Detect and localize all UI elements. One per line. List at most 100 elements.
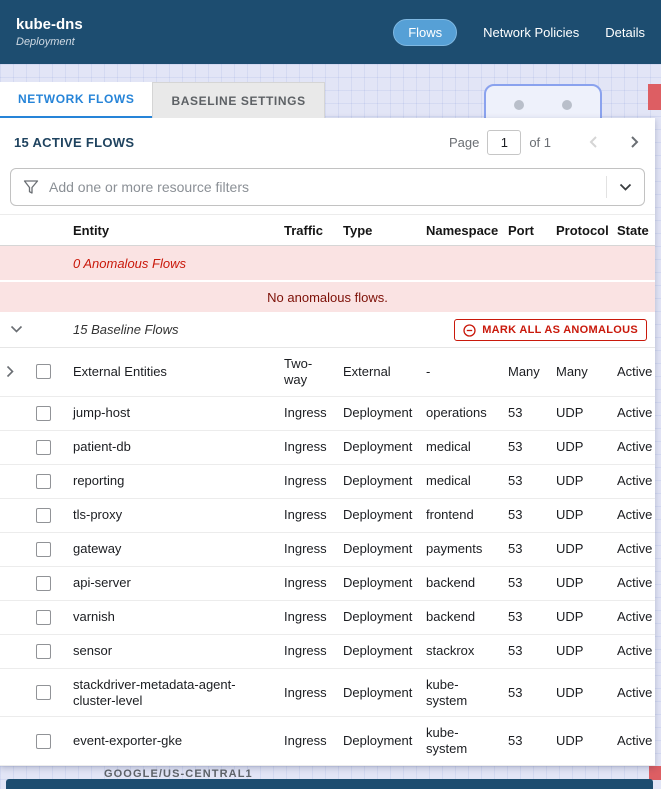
table-row[interactable]: External Entities Two-way External - Man… [0, 348, 655, 397]
protocol-cell: UDP [556, 541, 584, 557]
table-row[interactable]: tls-proxy Ingress Deployment frontend 53… [0, 499, 655, 533]
expand-caret-cell[interactable] [0, 473, 32, 489]
expand-caret-cell[interactable] [0, 609, 32, 625]
type-cell: Deployment [343, 684, 413, 700]
baseline-flows-count: 15 Baseline Flows [73, 322, 179, 337]
page-subtitle: Deployment [16, 36, 75, 48]
checkbox-cell [32, 500, 66, 531]
type-cell: Deployment [343, 439, 413, 455]
graph-node-dot[interactable] [562, 100, 572, 110]
row-checkbox[interactable] [35, 473, 51, 489]
checkbox-cell [32, 356, 66, 387]
row-checkbox[interactable] [35, 507, 51, 523]
active-flows-count: 15 ACTIVE FLOWS [14, 134, 135, 150]
previous-page-button[interactable] [587, 135, 601, 149]
column-header-state: State [617, 222, 649, 238]
expand-caret-cell[interactable] [0, 439, 32, 455]
entity-cell: gateway [73, 541, 122, 557]
mark-all-as-anomalous-button[interactable]: MARK ALL AS ANOMALOUS [454, 319, 647, 341]
port-cell: 53 [508, 643, 523, 659]
protocol-cell: UDP [556, 405, 584, 421]
minus-circle-icon [463, 323, 476, 337]
entity-title-block: kube-dns Deployment [16, 16, 83, 48]
filter-funnel-icon [23, 180, 39, 194]
page-title: kube-dns [16, 16, 83, 33]
filter-dropdown-toggle[interactable] [619, 183, 632, 192]
table-row[interactable]: patient-db Ingress Deployment medical 53… [0, 431, 655, 465]
protocol-cell: UDP [556, 439, 584, 455]
page-input[interactable] [487, 129, 522, 155]
table-row[interactable]: jump-host Ingress Deployment operations … [0, 397, 655, 431]
expand-caret-cell[interactable] [0, 507, 32, 523]
protocol-cell: UDP [556, 473, 584, 489]
state-cell: Active [617, 405, 653, 421]
type-cell: Deployment [343, 405, 413, 421]
row-checkbox[interactable] [35, 609, 51, 625]
port-cell: 53 [508, 733, 523, 749]
traffic-cell: Ingress [284, 643, 327, 659]
tab-network-flows[interactable]: NETWORK FLOWS [0, 82, 153, 118]
tab-baseline-settings[interactable]: BASELINE SETTINGS [152, 82, 325, 118]
traffic-cell: Ingress [284, 439, 327, 455]
row-checkbox[interactable] [35, 364, 51, 380]
graph-node-dot[interactable] [514, 100, 524, 110]
port-cell: 53 [508, 575, 523, 591]
expand-caret-cell[interactable] [0, 685, 32, 701]
state-cell: Active [617, 609, 653, 625]
checkbox-cell [32, 726, 66, 757]
anomalous-marker [649, 766, 661, 780]
expand-caret-cell[interactable] [0, 357, 32, 386]
table-row[interactable]: stackdriver-metadata-agent-cluster-level… [0, 669, 655, 718]
anomalous-flows-empty-state: No anomalous flows. [0, 280, 655, 312]
nav-tab-details[interactable]: Details [605, 25, 645, 40]
row-checkbox[interactable] [35, 733, 51, 749]
row-checkbox[interactable] [35, 575, 51, 591]
table-header-row: Entity Traffic Type Namespace Port Proto… [0, 214, 655, 246]
page-label: Page [448, 134, 480, 150]
network-graph-screen: GOOGLE/US-CENTRAL1 kube-dns Deployment F… [0, 0, 661, 789]
chevron-right-icon [6, 366, 14, 378]
table-row[interactable]: event-exporter-gke Ingress Deployment ku… [0, 717, 655, 767]
table-row[interactable]: sensor Ingress Deployment stackrox 53 UD… [0, 635, 655, 669]
traffic-cell: Ingress [284, 609, 327, 625]
type-cell: Deployment [343, 541, 413, 557]
next-page-button[interactable] [627, 135, 641, 149]
expand-caret-cell[interactable] [0, 405, 32, 421]
chevron-down-icon [619, 183, 632, 191]
namespace-cell: payments [426, 541, 483, 557]
port-cell: 53 [508, 609, 523, 625]
row-checkbox[interactable] [35, 541, 51, 557]
entity-cell: tls-proxy [73, 507, 123, 523]
namespace-cell: - [426, 363, 431, 379]
table-row[interactable]: varnish Ingress Deployment backend 53 UD… [0, 601, 655, 635]
namespace-cell: kube-system [426, 725, 468, 757]
expand-caret-cell[interactable] [0, 541, 32, 557]
collapse-baseline-button[interactable] [0, 325, 32, 334]
table-row[interactable]: gateway Ingress Deployment payments 53 U… [0, 533, 655, 567]
expand-caret-cell[interactable] [0, 575, 32, 591]
bottom-toolbar [6, 779, 653, 789]
row-checkbox[interactable] [35, 643, 51, 659]
state-cell: Active [617, 363, 653, 379]
state-cell: Active [617, 575, 653, 591]
row-checkbox[interactable] [35, 685, 51, 701]
table-row[interactable]: api-server Ingress Deployment backend 53… [0, 567, 655, 601]
column-header-port: Port [508, 222, 534, 238]
resource-filter-bar[interactable] [10, 168, 645, 206]
port-cell: Many [508, 363, 540, 379]
entity-cell: varnish [73, 609, 115, 625]
expand-caret-cell[interactable] [0, 733, 32, 749]
namespace-cell: kube-system [426, 676, 468, 708]
entity-cell: api-server [73, 575, 131, 591]
table-row[interactable]: reporting Ingress Deployment medical 53 … [0, 465, 655, 499]
expand-caret-cell[interactable] [0, 643, 32, 659]
row-checkbox[interactable] [35, 439, 51, 455]
pagination: Page of 1 [448, 129, 641, 155]
column-header-protocol: Protocol [556, 222, 609, 238]
nav-tab-network-policies[interactable]: Network Policies [483, 25, 579, 40]
header-nav: Flows Network Policies Details [393, 18, 645, 46]
traffic-cell: Ingress [284, 733, 327, 749]
filter-input[interactable] [49, 179, 596, 195]
nav-tab-flows[interactable]: Flows [393, 18, 458, 46]
row-checkbox[interactable] [35, 405, 51, 421]
